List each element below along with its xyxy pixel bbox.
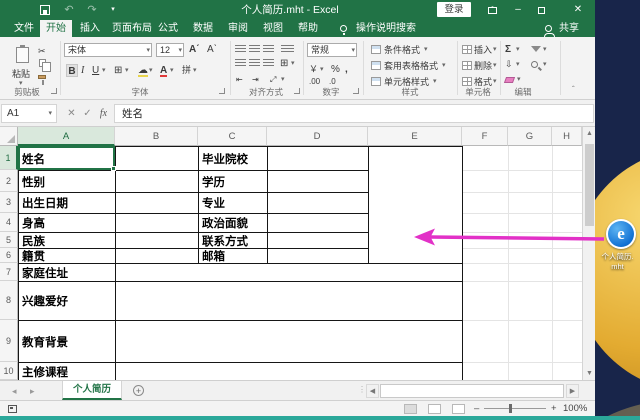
cell-A7[interactable]: 家庭住址 xyxy=(18,263,116,282)
cell-C2[interactable]: 学历 xyxy=(198,170,268,193)
active-cell-selection[interactable] xyxy=(18,146,115,170)
cell-A10[interactable]: 主修课程 xyxy=(18,362,116,381)
row-header-7[interactable]: 7 xyxy=(0,263,18,281)
cell-B6[interactable] xyxy=(115,248,199,264)
cell-B5[interactable] xyxy=(115,232,199,249)
cell-E1-merged-photo[interactable] xyxy=(368,146,463,264)
zoom-slider-thumb[interactable] xyxy=(509,404,512,413)
fill-handle[interactable] xyxy=(111,166,116,171)
column-header-D[interactable]: D xyxy=(267,127,368,146)
cell-D2[interactable] xyxy=(267,170,369,193)
cell-A8[interactable]: 兴趣爱好 xyxy=(18,281,116,321)
cell-C1[interactable]: 毕业院校 xyxy=(198,146,268,171)
desktop-icon-label-line2[interactable]: mht xyxy=(595,262,640,271)
zoom-in-icon[interactable]: + xyxy=(551,403,557,415)
ie-browser-icon-glyph: e xyxy=(608,221,634,247)
cell-D6[interactable] xyxy=(267,248,369,264)
ie-browser-icon[interactable]: e xyxy=(606,219,636,249)
cell-B9-merged[interactable] xyxy=(115,320,463,363)
vertical-scrollbar-thumb[interactable] xyxy=(585,144,594,226)
tab-splitter[interactable]: ⋮ xyxy=(358,385,366,394)
select-all-corner[interactable] xyxy=(0,127,18,146)
sheet-tab-active[interactable]: 个人简历 xyxy=(62,381,123,400)
row-header-3[interactable]: 3 xyxy=(0,192,18,213)
column-header-B[interactable]: B xyxy=(115,127,198,146)
cell-C3[interactable]: 专业 xyxy=(198,192,268,214)
zoom-out-icon[interactable]: – xyxy=(474,403,479,415)
vertical-scrollbar[interactable]: ▲ ▼ xyxy=(582,127,596,380)
cell-D3[interactable] xyxy=(267,192,369,214)
new-sheet-icon[interactable]: + xyxy=(133,385,144,396)
cell-D5[interactable] xyxy=(267,232,369,249)
desktop-background: e 个人简历. mht xyxy=(595,0,640,420)
taskbar-edge-strip xyxy=(0,416,640,420)
cell-D4[interactable] xyxy=(267,213,369,233)
cell-A6[interactable]: 籍贯 xyxy=(18,248,116,264)
hscroll-left-icon[interactable]: ◀ xyxy=(366,384,379,398)
row-header-2[interactable]: 2 xyxy=(0,170,18,192)
column-header-E[interactable]: E xyxy=(368,127,462,146)
column-header-F[interactable]: F xyxy=(462,127,508,146)
cell-B2[interactable] xyxy=(115,170,199,193)
cell-B10-merged[interactable] xyxy=(115,362,463,381)
hscroll-right-icon[interactable]: ▶ xyxy=(566,384,579,398)
cell-A3[interactable]: 出生日期 xyxy=(18,192,116,214)
desktop-icon-label-line1[interactable]: 个人简历. xyxy=(595,252,640,261)
cell-B1[interactable] xyxy=(115,146,199,171)
normal-view-icon[interactable] xyxy=(404,404,417,414)
zoom-slider-track[interactable] xyxy=(484,408,546,409)
row-header-9[interactable]: 9 xyxy=(0,320,18,362)
row-header-8[interactable]: 8 xyxy=(0,281,18,320)
cell-D1[interactable] xyxy=(267,146,369,171)
cell-B3[interactable] xyxy=(115,192,199,214)
row-header-1[interactable]: 1 xyxy=(0,146,18,170)
row-header-5[interactable]: 5 xyxy=(0,232,18,248)
row-header-4[interactable]: 4 xyxy=(0,213,18,232)
cell-C6[interactable]: 邮箱 xyxy=(198,248,268,264)
macro-record-icon[interactable] xyxy=(8,405,17,413)
row-header-10[interactable]: 10 xyxy=(0,362,18,380)
column-header-C[interactable]: C xyxy=(198,127,267,146)
page-layout-view-icon[interactable] xyxy=(428,404,441,414)
cell-B8-merged[interactable] xyxy=(115,281,463,321)
cell-A5[interactable]: 民族 xyxy=(18,232,116,249)
cell-C5[interactable]: 联系方式 xyxy=(198,232,268,249)
sheet-tab-bar: ◂ ▸ 个人简历 + ⋮ ◀ ▶ xyxy=(0,380,595,400)
cell-C4[interactable]: 政治面貌 xyxy=(198,213,268,233)
screen: ↶ ↷ ▾ 个人简历.mht - Excel 登录 ˆ – ✕ 文件 开始 插入… xyxy=(0,0,640,420)
cell-B7-merged[interactable] xyxy=(115,263,463,282)
page-break-view-icon[interactable] xyxy=(452,404,465,414)
cell-A4[interactable]: 身高 xyxy=(18,213,116,233)
zoom-level[interactable]: 100% xyxy=(563,403,587,415)
horizontal-scrollbar[interactable] xyxy=(380,384,564,398)
cell-A2[interactable]: 性别 xyxy=(18,170,116,193)
cell-A9[interactable]: 教育背景 xyxy=(18,320,116,363)
row-header-6[interactable]: 6 xyxy=(0,248,18,263)
column-header-H[interactable]: H xyxy=(552,127,582,146)
status-bar: – + 100% xyxy=(0,400,595,416)
cell-B4[interactable] xyxy=(115,213,199,233)
column-header-G[interactable]: G xyxy=(508,127,552,146)
prev-sheet-icon[interactable]: ◂ xyxy=(12,385,17,397)
worksheet-grid: A B C D E F G H 1 2 3 4 5 6 7 8 9 10 姓名 毕业院校 性别 学历 出生日期 专业 身高 政治面… xyxy=(0,0,595,420)
column-header-A[interactable]: A xyxy=(18,127,115,146)
next-sheet-icon[interactable]: ▸ xyxy=(30,385,35,397)
